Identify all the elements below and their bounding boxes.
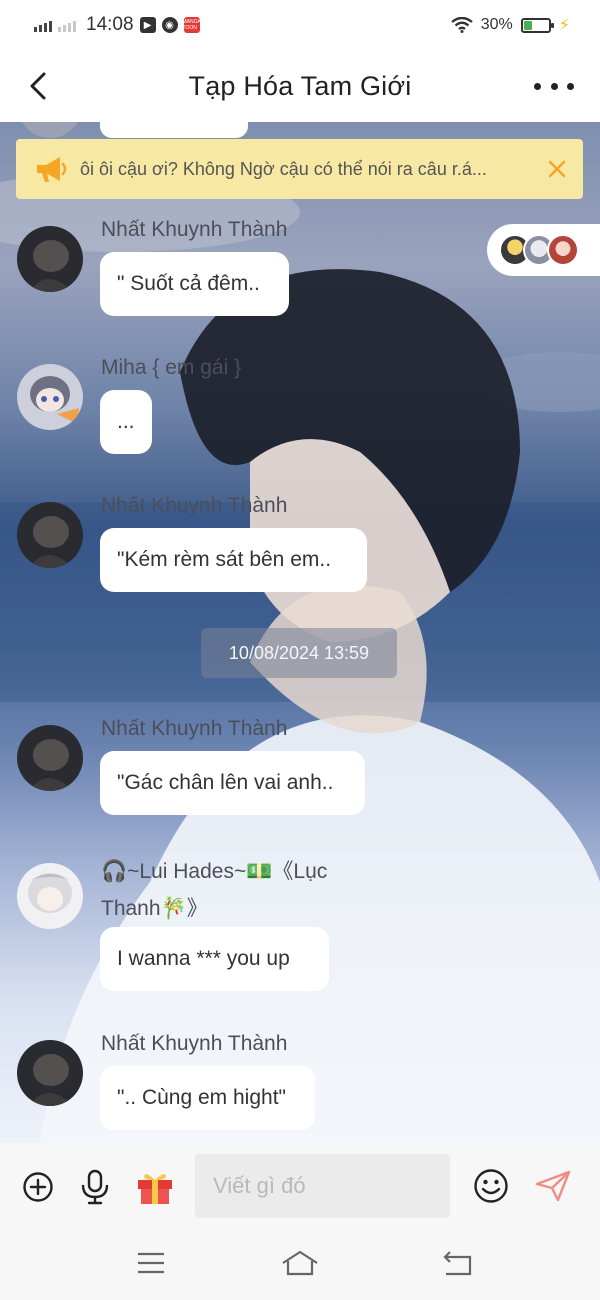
add-icon[interactable] — [22, 1171, 54, 1203]
more-options-icon[interactable] — [534, 72, 574, 100]
gift-icon[interactable] — [136, 1169, 174, 1205]
message-bubble: "Gác chân lên vai anh.. — [100, 751, 365, 815]
avatar[interactable] — [17, 725, 83, 791]
announcement-banner[interactable]: ôi ôi cậu ơi? Không Ngờ cậu có thể nói r… — [16, 139, 583, 199]
message-input[interactable] — [195, 1154, 450, 1218]
youtube-icon: ▶ — [139, 17, 156, 33]
member-avatar — [547, 234, 579, 266]
message-bubble: " Suốt cả đêm.. — [100, 252, 289, 316]
message-bubble: ".. Cùng em hight" — [100, 1066, 315, 1130]
announcement-text: ôi ôi cậu ơi? Không Ngờ cậu có thể nói r… — [80, 158, 487, 179]
message-bubble: ... — [100, 390, 152, 454]
emoji-icon[interactable] — [473, 1168, 509, 1204]
mangatoon-icon: MANGA TOON — [182, 17, 201, 33]
megaphone-icon — [37, 157, 67, 182]
signal-icon — [34, 18, 52, 32]
message-bubble: "Kém rèm sát bên em.. — [100, 528, 367, 592]
timestamp-divider: 10/08/2024 13:59 — [201, 628, 397, 678]
avatar[interactable] — [17, 226, 83, 292]
avatar[interactable] — [17, 863, 83, 929]
chat-header: Tạp Hóa Tam Giới — [0, 50, 600, 122]
sender-name: Nhất Khuynh Thành — [101, 218, 288, 241]
back-arrow-icon[interactable] — [24, 68, 54, 104]
message-input-bar — [0, 1143, 600, 1231]
home-icon[interactable] — [280, 1249, 320, 1277]
status-bar: 14:08 ▶ ◉ MANGA TOON 30% ⚡ — [0, 0, 600, 50]
charging-icon: ⚡ — [558, 17, 570, 34]
sender-name: Nhất Khuynh Thành — [101, 1032, 288, 1055]
app-notification-icon: ◉ — [161, 17, 178, 33]
avatar[interactable] — [17, 364, 83, 430]
sender-name: 🎧~Lui Hades~💵《Lục — [101, 860, 328, 883]
sender-name: Miha { em gái } — [101, 356, 242, 379]
message-bubble — [100, 122, 248, 138]
sender-name: Nhất Khuynh Thành — [101, 717, 288, 740]
send-icon[interactable] — [534, 1169, 572, 1203]
avatar[interactable] — [17, 1040, 83, 1106]
signal-icon-secondary — [58, 18, 76, 32]
back-nav-icon[interactable] — [440, 1249, 474, 1277]
microphone-icon[interactable] — [80, 1169, 110, 1205]
wifi-icon — [450, 17, 473, 33]
message-bubble: I wanna *** you up — [100, 927, 329, 991]
online-members-button[interactable] — [487, 224, 600, 276]
close-icon[interactable] — [547, 159, 567, 179]
chat-title: Tạp Hóa Tam Giới — [188, 70, 412, 101]
avatar[interactable] — [17, 502, 83, 568]
chat-area[interactable]: ôi ôi cậu ơi? Không Ngờ cậu có thể nói r… — [0, 122, 600, 1143]
status-time: 14:08 — [86, 14, 134, 35]
battery-icon — [520, 17, 554, 33]
battery-percent: 30% — [480, 16, 513, 33]
menu-icon[interactable] — [136, 1249, 166, 1277]
sender-name: Nhất Khuynh Thành — [101, 494, 288, 517]
system-nav-bar — [0, 1231, 600, 1300]
sender-name-line2: Thanh🎋》 — [101, 897, 208, 920]
